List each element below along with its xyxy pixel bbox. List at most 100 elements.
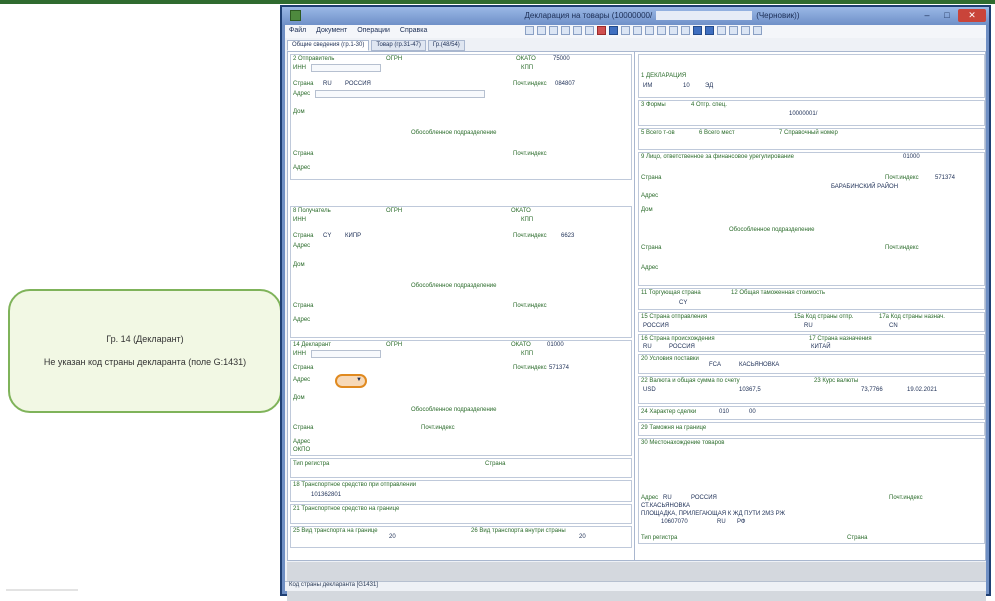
g15-value[interactable]: РОССИЯ xyxy=(643,323,669,329)
calc-icon[interactable] xyxy=(729,26,738,35)
sender-postcode-value[interactable]: 084807 xyxy=(555,81,575,87)
g9-label: 9 Лицо, ответственное за финансовое урег… xyxy=(641,154,794,160)
g9-okato[interactable]: 01000 xyxy=(903,154,920,160)
g17-value[interactable]: КИТАЙ xyxy=(811,344,831,350)
check-icon[interactable] xyxy=(609,26,618,35)
grid-icon[interactable] xyxy=(585,26,594,35)
forward-icon[interactable] xyxy=(705,26,714,35)
settings-icon[interactable] xyxy=(717,26,726,35)
menu-document[interactable]: Документ xyxy=(312,25,351,36)
consignee-postcode-value[interactable]: 6623 xyxy=(561,233,574,239)
g24-code2[interactable]: 00 xyxy=(749,409,756,415)
g30-num[interactable]: 10607070 xyxy=(661,519,688,525)
sender-country-code[interactable]: RU xyxy=(323,81,332,87)
g1-im[interactable]: ИМ xyxy=(643,83,652,89)
g9-address-label: Адрес xyxy=(641,193,659,199)
save-icon[interactable] xyxy=(549,26,558,35)
paste-icon[interactable] xyxy=(573,26,582,35)
print-icon[interactable] xyxy=(621,26,630,35)
slide-top-band xyxy=(0,0,995,4)
g3-label: 3 Формы xyxy=(641,102,666,108)
g30-country-name[interactable]: РОССИЯ xyxy=(691,495,717,501)
g17a-value[interactable]: CN xyxy=(889,323,898,329)
g30-country-label: Страна xyxy=(847,535,868,541)
sender-country-name[interactable]: РОССИЯ xyxy=(345,81,371,87)
declarant-postcode2-label: Почт.индекс xyxy=(421,425,455,431)
new-icon[interactable] xyxy=(525,26,534,35)
filter-icon[interactable] xyxy=(645,26,654,35)
block-delivery-terms: 20 Условия поставки FCA КАСЬЯНОВКА xyxy=(638,354,985,374)
g20-place[interactable]: КАСЬЯНОВКА xyxy=(739,362,779,368)
open-icon[interactable] xyxy=(537,26,546,35)
minimize-button[interactable]: – xyxy=(918,9,936,22)
g15a-value[interactable]: RU xyxy=(804,323,813,329)
g1-proc[interactable]: ЭД xyxy=(705,83,713,89)
back-icon[interactable] xyxy=(693,26,702,35)
g9-district[interactable]: БАРАБИНСКИЙ РАЙОН xyxy=(831,184,898,190)
g30-ru[interactable]: RU xyxy=(717,519,726,525)
menu-operations[interactable]: Операции xyxy=(353,25,394,36)
consignee-ogrn-label: ОГРН xyxy=(386,208,403,214)
g11-value[interactable]: CY xyxy=(679,300,687,306)
g16-name[interactable]: РОССИЯ xyxy=(669,344,695,350)
import-icon[interactable] xyxy=(681,26,690,35)
g25-value[interactable]: 20 xyxy=(389,534,396,540)
consignee-house-label: Дом xyxy=(293,262,305,268)
close-button[interactable]: ✕ xyxy=(958,9,986,22)
g30-place[interactable]: СТ.КАСЬЯНОВКА xyxy=(641,503,690,509)
view-icon[interactable] xyxy=(657,26,666,35)
declarant-country2-label: Страна xyxy=(293,425,314,431)
g9-postcode2-label: Почт.индекс xyxy=(885,245,919,251)
g22-amount[interactable]: 10367,5 xyxy=(739,387,761,393)
tab-payments[interactable]: Гр.(48/54) xyxy=(427,40,465,51)
chevron-down-icon[interactable]: ▼ xyxy=(356,377,362,383)
g9-address2-label: Адрес xyxy=(641,265,659,271)
declarant-country-highlight[interactable] xyxy=(335,374,367,388)
title-bar[interactable]: Декларация на товары (10000000/ (Черновик… xyxy=(282,7,989,25)
tab-general[interactable]: Общие сведения (гр.1-30) xyxy=(287,40,370,51)
block-trade-country: 11 Торгующая страна CY 12 Общая таможенн… xyxy=(638,288,985,310)
menu-file[interactable]: Файл xyxy=(285,25,310,36)
sender-okato-label: ОКАТО xyxy=(516,56,536,62)
sender-inn-field[interactable] xyxy=(311,64,381,72)
g24-code[interactable]: 010 xyxy=(719,409,729,415)
delete-icon[interactable] xyxy=(597,26,606,35)
copy-icon[interactable] xyxy=(561,26,570,35)
sender-address-field[interactable] xyxy=(315,90,485,98)
consignee-country-name[interactable]: КИПР xyxy=(345,233,361,239)
g26-value[interactable]: 20 xyxy=(579,534,586,540)
g7-value[interactable]: 10000001/ xyxy=(789,111,817,117)
sender-okato-value[interactable]: 75000 xyxy=(553,56,570,62)
window-title-suffix: (Черновик)) xyxy=(756,11,800,20)
g1-code[interactable]: 10 xyxy=(683,83,690,89)
g16-code[interactable]: RU xyxy=(643,344,652,350)
g22-currency[interactable]: USD xyxy=(643,387,656,393)
g20-code[interactable]: FCA xyxy=(709,362,721,368)
list-icon[interactable] xyxy=(741,26,750,35)
g30-addr[interactable]: ПЛОЩАДКА, ПРИЛЕГАЮЩАЯ К ЖД ПУТИ 2МЗ РЖ xyxy=(641,511,785,517)
g23-date[interactable]: 19.02.2021 xyxy=(907,387,937,393)
export-icon[interactable] xyxy=(669,26,678,35)
g30-country-code[interactable]: RU xyxy=(663,495,672,501)
declarant-okato-value[interactable]: 01000 xyxy=(547,342,564,348)
maximize-button[interactable]: □ xyxy=(938,9,956,22)
consignee-label: 8 Получатель xyxy=(293,208,331,214)
menu-help[interactable]: Справка xyxy=(396,25,431,36)
tab-goods[interactable]: Товар (гр.31-47) xyxy=(371,40,426,51)
block-register: Тип регистра Страна xyxy=(290,458,632,478)
g23-value[interactable]: 73,7766 xyxy=(861,387,883,393)
g30-rf[interactable]: РФ xyxy=(737,519,746,525)
g18-value[interactable]: 101362801 xyxy=(311,492,341,498)
g9-postcode[interactable]: 571374 xyxy=(935,175,955,181)
g26-label: 26 Вид транспорта внутри страны xyxy=(471,528,566,534)
g17-label: 17 Страна назначения xyxy=(809,336,872,342)
declarant-inn-field[interactable] xyxy=(311,350,381,358)
g7-label: 7 Справочный номер xyxy=(779,130,838,136)
block-transport-mode: 25 Вид транспорта на границе 20 26 Вид т… xyxy=(290,526,632,548)
search-icon[interactable] xyxy=(633,26,642,35)
consignee-country-code[interactable]: CY xyxy=(323,233,331,239)
declarant-postcode-value[interactable]: 571374 xyxy=(549,365,569,371)
g15-label: 15 Страна отправления xyxy=(641,314,708,320)
help-icon[interactable] xyxy=(753,26,762,35)
window-client: Файл Документ Операции Справка Общие све… xyxy=(285,25,986,601)
